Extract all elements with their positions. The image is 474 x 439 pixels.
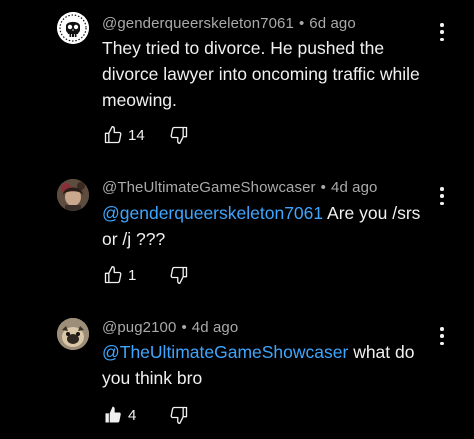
comment-meta: @TheUltimateGameShowcaser • 4d ago <box>102 179 377 196</box>
thumbs-up-icon <box>104 126 122 144</box>
comment-text: @genderqueerskeleton7061 Are you /srs or… <box>102 200 432 252</box>
comment-text-line: divorce lawyer into oncoming traffic whi… <box>102 64 420 84</box>
comment-meta: @genderqueerskeleton7061 • 6d ago <box>102 15 356 32</box>
comment-actions: 1 <box>102 264 190 286</box>
like-count: 4 <box>128 406 137 424</box>
like-count: 14 <box>128 126 145 144</box>
author-handle[interactable]: @pug2100 <box>102 319 176 336</box>
author-handle[interactable]: @TheUltimateGameShowcaser <box>102 179 316 196</box>
like-button[interactable] <box>102 124 124 146</box>
author-handle[interactable]: @genderqueerskeleton7061 <box>102 15 294 32</box>
comment-actions: 14 <box>102 124 190 146</box>
timestamp: 4d ago <box>191 319 239 336</box>
meta-separator: • <box>320 179 326 196</box>
comment-text-segment: Are you /srs <box>323 203 421 223</box>
avatar[interactable] <box>57 318 89 350</box>
more-vert-icon[interactable] <box>436 325 448 347</box>
mention-link[interactable]: @TheUltimateGameShowcaser <box>102 342 348 362</box>
like-count: 1 <box>128 266 137 284</box>
thumbs-down-icon <box>170 406 188 424</box>
thumbs-up-icon <box>104 266 122 284</box>
mention-link[interactable]: @genderqueerskeleton7061 <box>102 203 323 223</box>
user-photo-icon <box>57 179 89 211</box>
timestamp: 4d ago <box>331 179 378 196</box>
comment-text: @TheUltimateGameShowcaser what do you th… <box>102 339 432 391</box>
skull-avatar-icon <box>57 12 89 44</box>
timestamp: 6d ago <box>309 15 356 32</box>
avatar[interactable] <box>57 179 89 211</box>
pug-avatar-icon <box>57 318 89 350</box>
comment-actions: 4 <box>102 404 190 426</box>
comment-text-line: you think bro <box>102 368 203 388</box>
thumbs-up-filled-icon <box>105 406 121 423</box>
dislike-button[interactable] <box>168 404 190 426</box>
thumbs-down-icon <box>170 126 188 144</box>
dislike-button[interactable] <box>168 124 190 146</box>
comment-meta: @pug2100 • 4d ago <box>102 319 238 336</box>
like-button[interactable] <box>102 404 124 426</box>
dislike-button[interactable] <box>168 264 190 286</box>
comment-text: They tried to divorce. He pushed the div… <box>102 35 462 113</box>
meta-separator: • <box>298 15 305 32</box>
comment-text-segment: what do <box>348 342 415 362</box>
meta-separator: • <box>181 319 187 336</box>
like-button[interactable] <box>102 264 124 286</box>
thumbs-down-icon <box>170 266 188 284</box>
comment-text-line: They tried to divorce. He pushed the <box>102 38 385 58</box>
more-vert-icon[interactable] <box>436 185 448 207</box>
comment-text-line: meowing. <box>102 90 177 110</box>
avatar[interactable] <box>57 12 89 44</box>
comment-text-line: or /j ??? <box>102 229 166 249</box>
